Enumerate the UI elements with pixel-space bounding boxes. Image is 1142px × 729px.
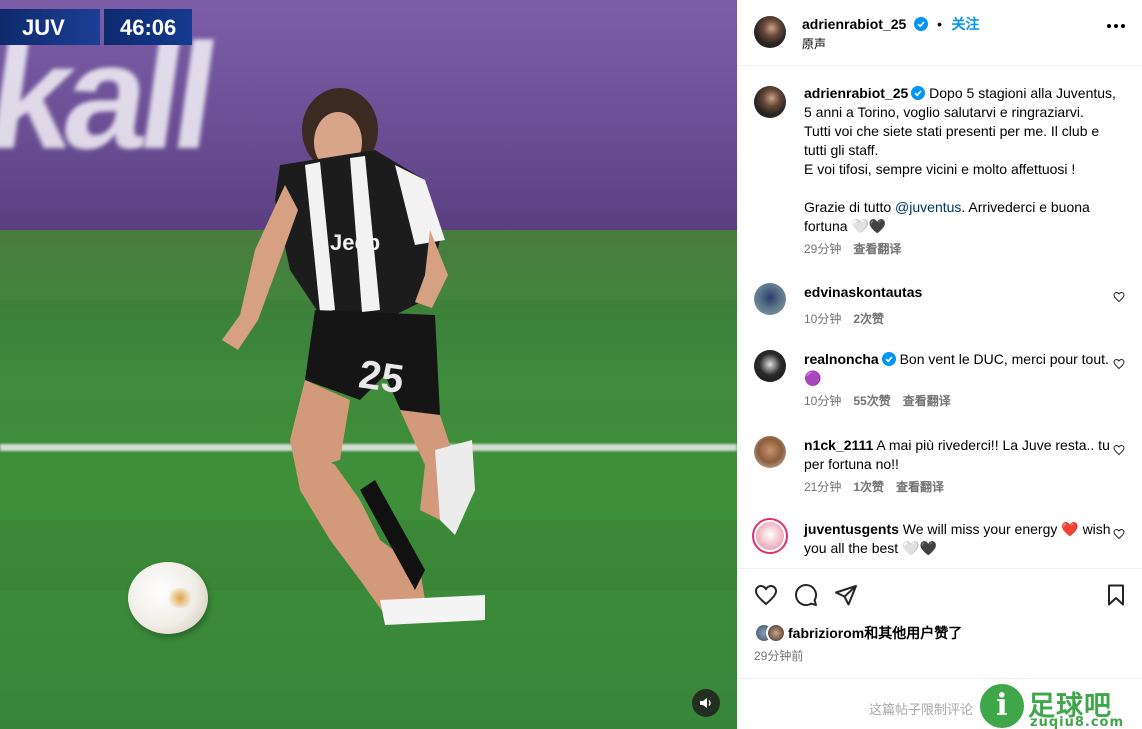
comment-avatar[interactable]	[754, 283, 786, 315]
comment-avatar[interactable]	[754, 436, 786, 468]
comment-item: juventusgents We will miss your energy ❤…	[752, 518, 1129, 558]
caption-username[interactable]: adrienrabiot_25	[804, 85, 908, 101]
liked-by-text[interactable]: fabriziorom和其他用户赞了	[788, 623, 962, 643]
svg-text:Jeep: Jeep	[330, 230, 380, 255]
comment-avatar[interactable]	[754, 350, 786, 382]
comment-username[interactable]: realnoncha	[804, 351, 879, 367]
comment-item: realnoncha Bon vent le DUC, merci pour t…	[754, 350, 1129, 409]
watermark-en: zuqiu8.com	[1030, 715, 1125, 729]
comment-likes[interactable]: 55次赞	[853, 392, 890, 409]
comment-bubble-icon[interactable]	[794, 583, 818, 607]
post-time[interactable]: 29分钟前	[754, 647, 803, 664]
share-send-icon[interactable]	[834, 583, 858, 607]
post-header: adrienrabiot_25 • 关注 原声	[738, 0, 1142, 66]
scoreboard: JUV 46:06	[0, 9, 193, 45]
caption-last: fortuna	[804, 218, 848, 234]
audio-label[interactable]: 原声	[802, 35, 826, 52]
caption-text: adrienrabiot_25 Dopo 5 stagioni alla Juv…	[804, 84, 1129, 236]
caption-line: 5 anni a Torino, voglio salutarvi e ring…	[804, 104, 1084, 120]
like-heart-icon[interactable]	[754, 583, 778, 607]
caption-emoji: 🤍🖤	[851, 218, 887, 234]
liked-by[interactable]: fabriziorom和其他用户赞了	[754, 623, 962, 643]
caption-thanks-suffix: . Arrivederci e buona	[961, 199, 1090, 215]
comment-time[interactable]: 21分钟	[804, 478, 841, 495]
speaker-icon[interactable]	[692, 689, 720, 717]
video-player[interactable]: kall JUV 46:06 Jeep 25	[0, 0, 737, 729]
caption-line: Dopo 5 stagioni alla Juventus,	[929, 85, 1116, 101]
comment-likes[interactable]: 1次赞	[853, 478, 884, 495]
comment-username[interactable]: juventusgents	[804, 521, 899, 537]
watermark-logo: i	[980, 684, 1024, 728]
separator-dot: •	[937, 16, 943, 32]
caption-thanks: Grazie di tutto	[804, 199, 896, 215]
comment-username[interactable]: n1ck_2111	[804, 437, 873, 453]
heart-icon[interactable]	[1113, 528, 1125, 540]
author-username[interactable]: adrienrabiot_25	[802, 16, 906, 32]
caption-line: E voi tifosi, sempre vicini e molto affe…	[804, 161, 1076, 177]
translate-link[interactable]: 查看翻译	[853, 240, 901, 257]
translate-link[interactable]: 查看翻译	[903, 392, 951, 409]
author-avatar[interactable]	[754, 16, 786, 48]
caption-line: tutti gli staff.	[804, 142, 879, 158]
heart-icon[interactable]	[1113, 444, 1125, 456]
post-actions: fabriziorom和其他用户赞了 29分钟前	[738, 568, 1142, 678]
svg-text:25: 25	[356, 352, 406, 402]
comment-item: edvinaskontautas 10分钟 2次赞	[754, 283, 1129, 327]
site-watermark: i 足球吧 zuqiu8.com	[980, 684, 1142, 729]
comment-username[interactable]: edvinaskontautas	[804, 284, 922, 300]
post-caption: adrienrabiot_25 Dopo 5 stagioni alla Juv…	[754, 84, 1129, 257]
comment-time[interactable]: 10分钟	[804, 392, 841, 409]
comment-avatar-story[interactable]	[752, 518, 788, 554]
caption-time[interactable]: 29分钟	[804, 240, 841, 257]
verified-icon	[913, 17, 928, 31]
score-team: JUV	[0, 9, 100, 45]
caption-line: Tutti voi che siete stati presenti per m…	[804, 123, 1100, 139]
translate-link[interactable]: 查看翻译	[896, 478, 944, 495]
liker-avatar	[766, 623, 786, 643]
player-figure: Jeep 25	[222, 88, 485, 625]
follow-button[interactable]: 关注	[952, 16, 980, 32]
heart-icon[interactable]	[1113, 291, 1125, 303]
score-clock: 46:06	[104, 9, 193, 45]
bookmark-icon[interactable]	[1104, 583, 1128, 607]
more-options-icon[interactable]	[1107, 24, 1125, 28]
comment-likes[interactable]: 2次赞	[853, 310, 884, 327]
caption-meta: 29分钟 查看翻译	[804, 240, 1129, 257]
comment-item: n1ck_2111 A mai più rivederci!! La Juve …	[754, 436, 1129, 495]
verified-icon	[911, 86, 926, 100]
soccer-ball	[128, 562, 208, 634]
caption-avatar[interactable]	[754, 86, 786, 118]
verified-icon	[881, 352, 896, 366]
mention-link[interactable]: @juventus	[895, 199, 961, 215]
comment-time[interactable]: 10分钟	[804, 310, 841, 327]
post-panel: adrienrabiot_25 • 关注 原声 adrienrabiot_25 …	[737, 0, 1142, 729]
restricted-message: 这篇帖子限制评论	[869, 702, 974, 717]
heart-icon[interactable]	[1113, 358, 1125, 370]
